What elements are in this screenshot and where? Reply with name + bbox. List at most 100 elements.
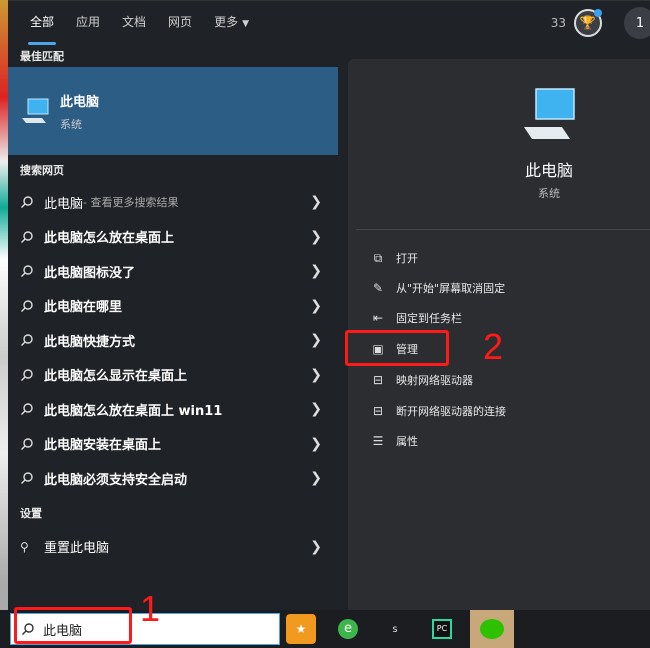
trophy-icon: 🏆 bbox=[579, 15, 597, 31]
search-icon bbox=[21, 403, 33, 416]
chevron-right-icon: ❯ bbox=[310, 263, 322, 280]
web-result[interactable]: 此电脑快捷方式 ❯ bbox=[8, 323, 338, 358]
search-icon bbox=[21, 300, 33, 312]
disconnect-drive-icon: ⊟ bbox=[372, 404, 384, 418]
action-unpin-start[interactable]: ✎ 从"开始"屏幕取消固定 bbox=[370, 273, 505, 303]
tab-web[interactable]: 网页 bbox=[168, 1, 192, 45]
settings-result[interactable]: ⚲ 重置此电脑 ❯ bbox=[8, 530, 338, 565]
search-icon bbox=[21, 196, 33, 209]
chevron-right-icon: ❯ bbox=[310, 538, 322, 555]
action-label: 固定到任务栏 bbox=[396, 312, 462, 325]
web-result[interactable]: 此电脑怎么显示在桌面上 ❯ bbox=[8, 358, 338, 393]
search-icon bbox=[21, 231, 33, 243]
tab-more[interactable]: 更多 ▼ bbox=[214, 1, 249, 45]
action-label: 映射网络驱动器 bbox=[396, 374, 473, 387]
action-label: 断开网络驱动器的连接 bbox=[396, 405, 506, 418]
action-properties[interactable]: ☰ 属性 bbox=[370, 426, 418, 456]
chevron-right-icon: ❯ bbox=[310, 297, 322, 314]
taskbar-app-ide[interactable]: PC bbox=[427, 614, 457, 644]
search-icon bbox=[21, 265, 33, 278]
action-label: 从"开始"屏幕取消固定 bbox=[396, 282, 506, 295]
web-result-hint: - 查看更多搜索结果 bbox=[83, 196, 179, 210]
search-icon bbox=[21, 438, 33, 450]
web-result-text: 此电脑安装在桌面上 bbox=[44, 438, 162, 454]
account-avatar[interactable]: 1 bbox=[624, 7, 650, 39]
open-icon: ⧉ bbox=[373, 250, 383, 265]
section-web: 搜索网页 bbox=[20, 164, 64, 177]
header-right: 33 🏆 1 bbox=[551, 7, 650, 39]
annotation-number-2: 2 bbox=[483, 326, 504, 367]
divider bbox=[356, 229, 650, 230]
star-icon: ★ bbox=[295, 622, 307, 636]
web-result[interactable]: 此电脑在哪里 ❯ bbox=[8, 289, 338, 324]
taskbar-app-wechat[interactable] bbox=[470, 610, 514, 648]
web-result[interactable]: 此电脑必须支持安全启动 ❯ bbox=[8, 461, 338, 496]
chevron-right-icon: ❯ bbox=[310, 435, 322, 452]
web-result[interactable]: 此电脑 - 查看更多搜索结果 ❯ bbox=[8, 185, 338, 220]
results-list: 最佳匹配 此电脑 系统 搜索网页 此电脑 - 查看更多搜索结果 ❯ 此电脑怎么放… bbox=[8, 47, 338, 564]
web-result-text: 此电脑怎么显示在桌面上 bbox=[44, 369, 188, 385]
detail-subtitle: 系统 bbox=[538, 187, 560, 200]
chevron-right-icon: ❯ bbox=[310, 194, 322, 211]
settings-result-text: 重置此电脑 bbox=[44, 541, 110, 557]
wechat-icon bbox=[480, 619, 504, 639]
web-result[interactable]: 此电脑安装在桌面上 ❯ bbox=[8, 427, 338, 462]
web-result-text: 此电脑怎么放在桌面上 win11 bbox=[44, 403, 223, 419]
ide-icon: PC bbox=[432, 619, 452, 639]
rewards-points: 33 bbox=[550, 16, 566, 30]
web-result-text: 此电脑在哪里 bbox=[44, 300, 123, 316]
web-result[interactable]: 此电脑怎么放在桌面上 ❯ bbox=[8, 220, 338, 255]
action-open[interactable]: ⧉ 打开 bbox=[370, 243, 418, 273]
search-panel: 全部 应用 文档 网页 更多▼ 33 🏆 1 最佳匹配 此电脑 系统 搜索网页 bbox=[8, 0, 650, 611]
chevron-right-icon: ❯ bbox=[310, 228, 322, 245]
search-icon bbox=[21, 472, 33, 485]
web-result-text: 此电脑快捷方式 bbox=[44, 334, 136, 350]
action-disconnect-drive[interactable]: ⊟ 断开网络驱动器的连接 bbox=[370, 396, 506, 426]
taskbar-app-browser[interactable]: e bbox=[333, 614, 363, 644]
detail-title: 此电脑 bbox=[524, 161, 573, 180]
browser-icon: e bbox=[338, 619, 358, 639]
web-result[interactable]: 此电脑怎么放在桌面上 win11 ❯ bbox=[8, 392, 338, 427]
taskbar-app-s-label: s bbox=[392, 623, 398, 635]
computer-icon bbox=[524, 88, 575, 139]
annotation-box-search bbox=[14, 607, 132, 644]
best-match-item[interactable]: 此电脑 系统 bbox=[8, 67, 338, 155]
chevron-right-icon: ❯ bbox=[310, 470, 322, 487]
action-pin-taskbar[interactable]: ⇤ 固定到任务栏 bbox=[370, 303, 462, 333]
web-result-text: 此电脑必须支持安全启动 bbox=[44, 472, 188, 488]
tab-all[interactable]: 全部 bbox=[27, 1, 57, 45]
action-map-drive[interactable]: ⊟ 映射网络驱动器 bbox=[370, 365, 473, 395]
chevron-right-icon: ❯ bbox=[310, 366, 322, 383]
chevron-down-icon: ▼ bbox=[242, 19, 249, 29]
search-icon bbox=[21, 369, 33, 381]
tab-more-label: 更多 bbox=[214, 15, 239, 29]
taskbar-app-s[interactable]: s bbox=[380, 614, 410, 644]
annotation-number-1: 1 bbox=[140, 588, 161, 629]
computer-icon bbox=[22, 98, 49, 123]
section-settings: 设置 bbox=[20, 506, 42, 520]
web-result-text: 此电脑怎么放在桌面上 bbox=[44, 231, 175, 247]
best-match-subtitle: 系统 bbox=[60, 117, 82, 131]
tab-documents[interactable]: 文档 bbox=[122, 1, 146, 45]
tab-apps[interactable]: 应用 bbox=[76, 1, 100, 45]
chevron-right-icon: ❯ bbox=[310, 332, 322, 349]
map-drive-icon: ⊟ bbox=[372, 373, 384, 387]
unpin-icon: ✎ bbox=[372, 281, 384, 295]
web-result-text: 此电脑 bbox=[44, 196, 84, 212]
section-best-match: 最佳匹配 bbox=[20, 50, 64, 63]
annotation-box-manage bbox=[345, 330, 449, 366]
web-result[interactable]: 此电脑图标没了 ❯ bbox=[8, 254, 338, 289]
desktop-background bbox=[0, 0, 8, 648]
pin-taskbar-icon: ⇤ bbox=[372, 311, 384, 325]
reset-pc-icon: ⚲ bbox=[20, 539, 29, 554]
properties-icon: ☰ bbox=[372, 434, 384, 448]
notification-dot bbox=[594, 9, 602, 17]
best-match-title: 此电脑 bbox=[60, 94, 100, 110]
taskbar-app-star[interactable]: ★ bbox=[286, 614, 316, 644]
chevron-right-icon: ❯ bbox=[310, 401, 322, 418]
action-label: 属性 bbox=[396, 435, 418, 448]
search-icon bbox=[21, 334, 33, 347]
rewards-button[interactable]: 🏆 bbox=[574, 9, 602, 37]
action-label: 打开 bbox=[396, 252, 418, 265]
web-result-text: 此电脑图标没了 bbox=[44, 265, 136, 281]
